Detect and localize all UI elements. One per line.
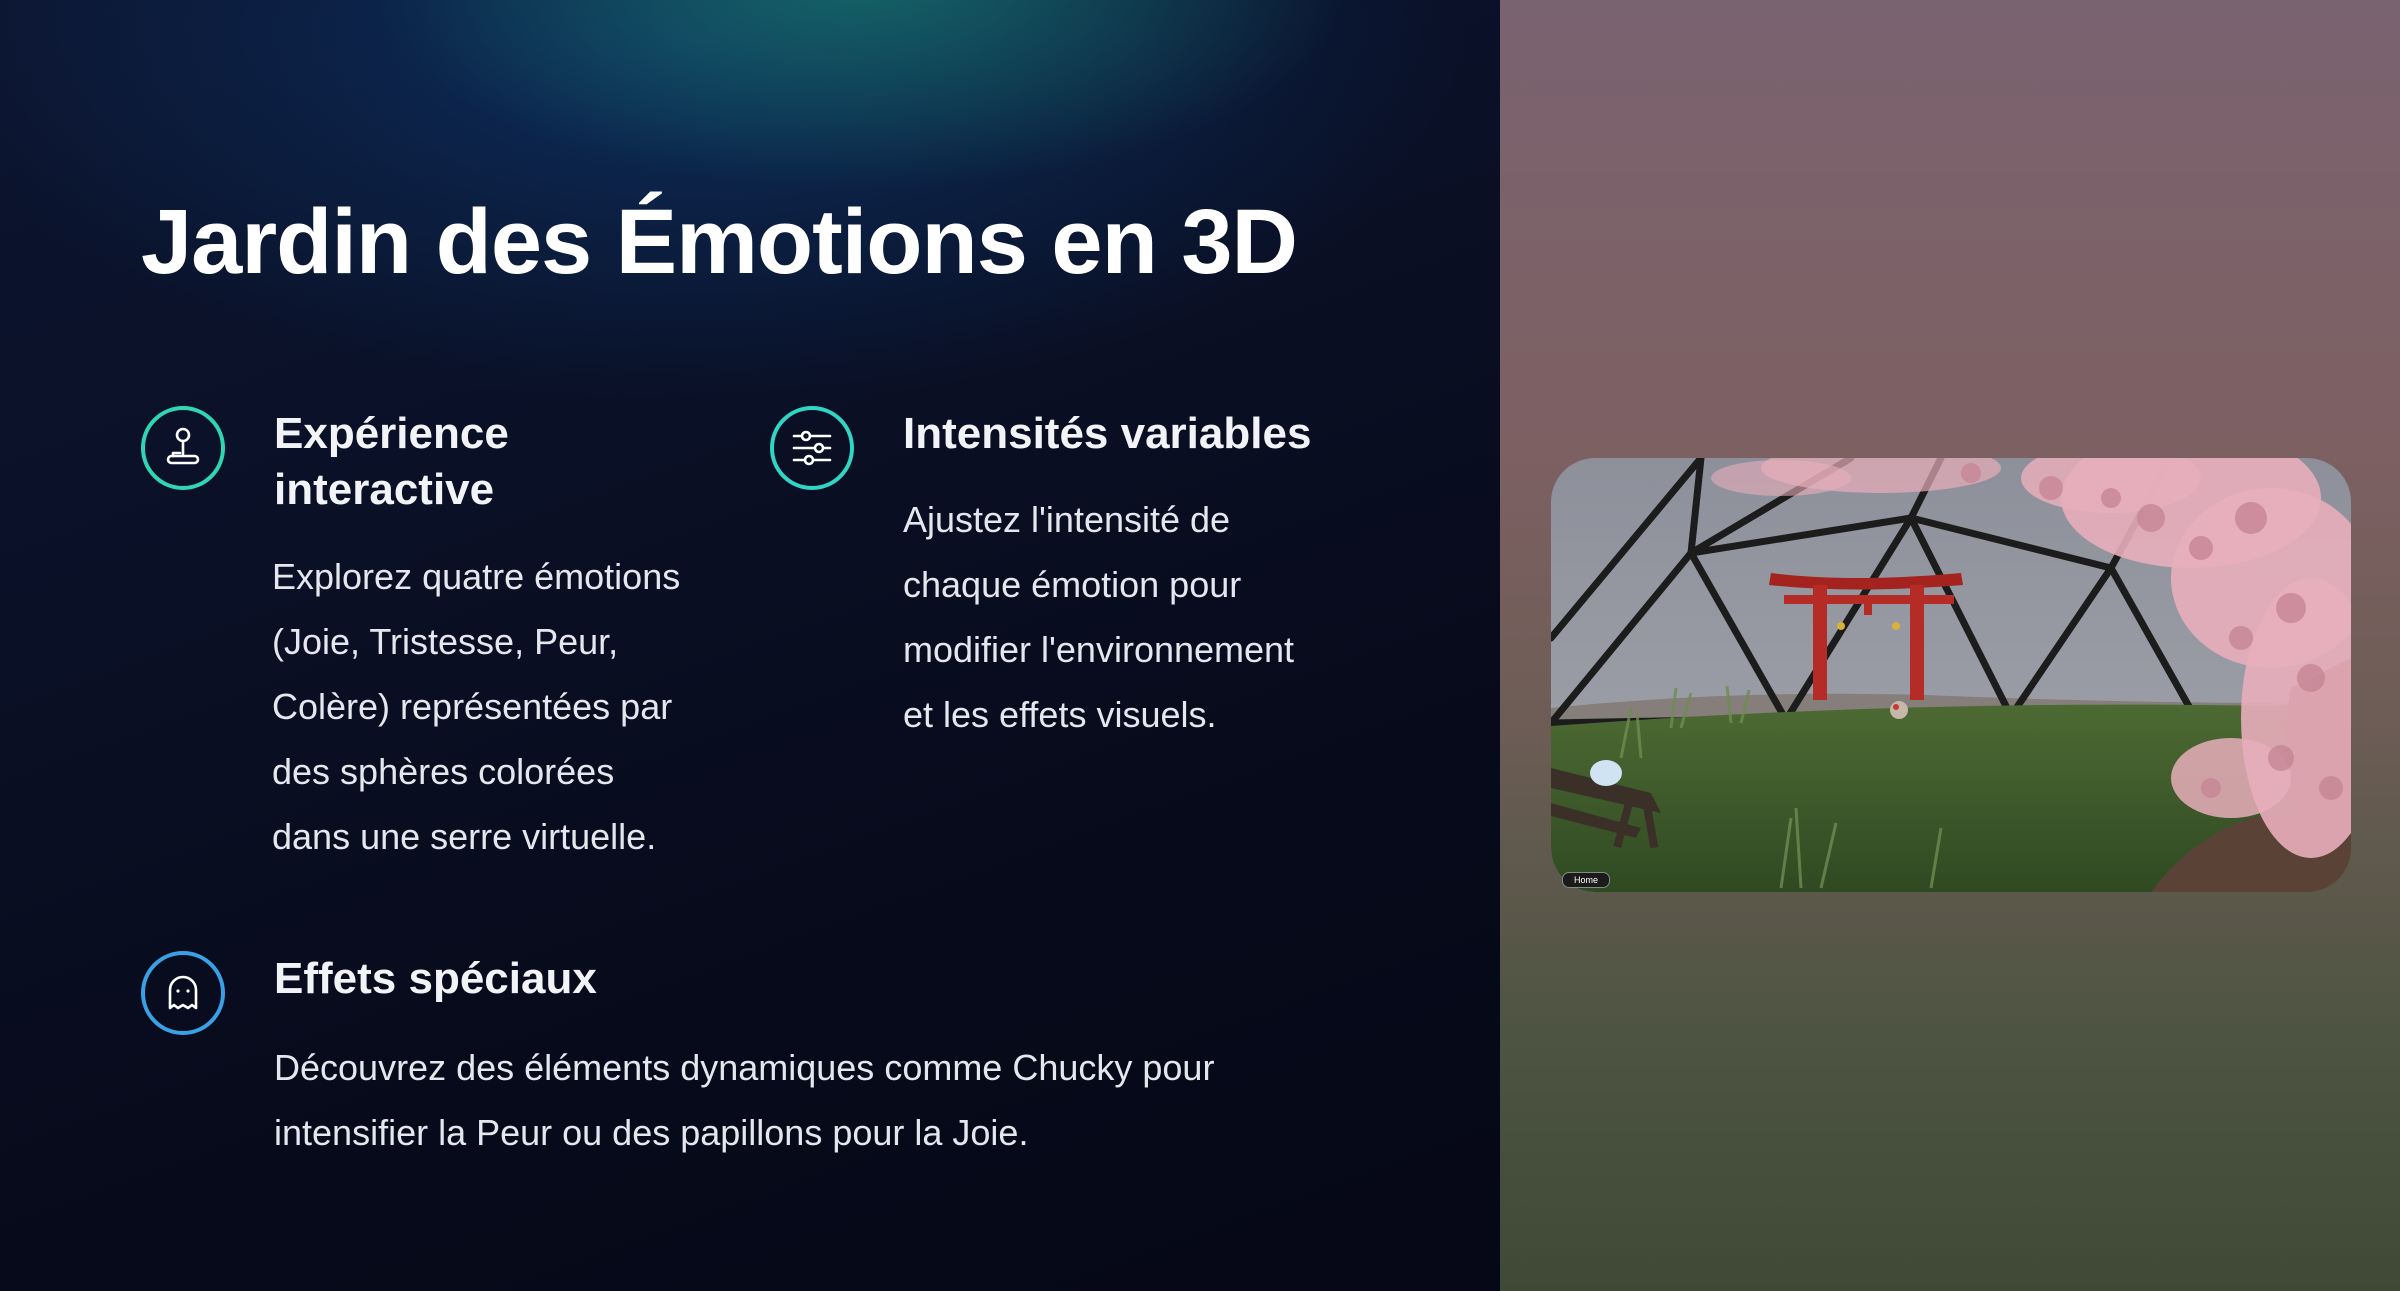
joystick-icon (141, 406, 225, 490)
garden-preview-image (1551, 458, 2351, 892)
feature-interactive-description: Explorez quatre émotions (Joie, Tristess… (272, 544, 680, 869)
feature-interactive-title-line1: Expérience (274, 409, 509, 458)
home-button[interactable]: Home (1562, 872, 1610, 888)
text-line: chaque émotion pour (903, 564, 1242, 605)
text-line: modifier l'environnement (903, 629, 1295, 670)
text-line: intensifier la Peur ou des papillons pou… (274, 1112, 1029, 1153)
feature-interactive-title-line2: interactive (274, 465, 495, 514)
sliders-icon (770, 406, 854, 490)
text-line: des sphères colorées (272, 751, 615, 792)
text-line: et les effets visuels. (903, 694, 1217, 735)
ghost-icon (141, 951, 225, 1035)
text-line: (Joie, Tristesse, Peur, (272, 621, 619, 662)
text-line: Explorez quatre émotions (272, 556, 681, 597)
page-title: Jardin des Émotions en 3D (141, 191, 1298, 293)
feature-interactive-title: Expérience interactive (274, 406, 509, 518)
feature-intensity-title: Intensités variables (903, 409, 1312, 458)
feature-effects-description: Découvrez des éléments dynamiques comme … (274, 1035, 1214, 1165)
text-line: Colère) représentées par (272, 686, 673, 727)
text-line: Découvrez des éléments dynamiques comme … (274, 1047, 1215, 1088)
feature-effects-title: Effets spéciaux (274, 954, 597, 1003)
text-line: Ajustez l'intensité de (903, 499, 1231, 540)
text-line: dans une serre virtuelle. (272, 816, 657, 857)
feature-intensity-description: Ajustez l'intensité de chaque émotion po… (903, 487, 1294, 747)
